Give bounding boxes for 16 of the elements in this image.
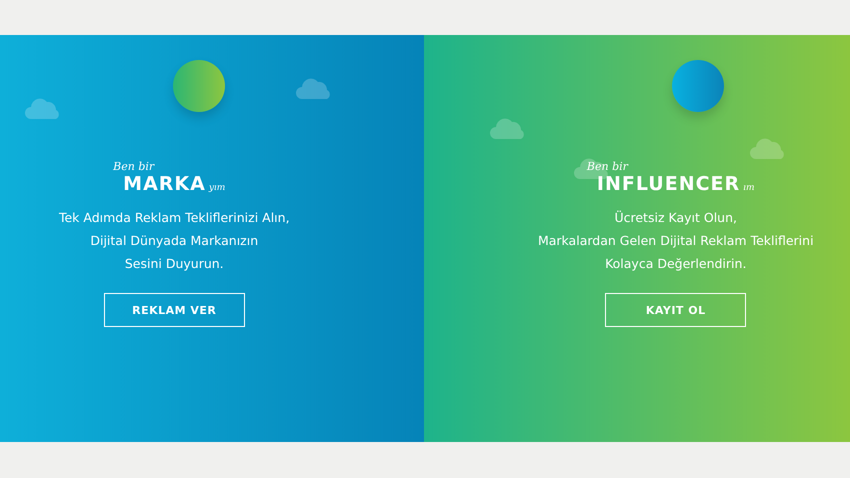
cta-button[interactable]: KAYIT OL: [605, 293, 746, 327]
description-line: Kolayca Değerlendirin.: [605, 255, 746, 273]
circle-icon: [173, 60, 225, 112]
description-line: Dijital Dünyada Markanızın: [90, 232, 258, 250]
script-suffix: yım: [208, 183, 226, 193]
panel-title: MARKA: [123, 173, 206, 195]
description-line: Ücretsiz Kayıt Olun,: [614, 209, 737, 227]
script-suffix: ım: [743, 183, 755, 193]
description-line: Tek Adımda Reklam Tekliflerinizi Alın,: [58, 209, 290, 227]
script-label: Ben bir: [113, 160, 154, 173]
description-line: Sesini Duyurun.: [124, 255, 224, 273]
circle-icon: [672, 60, 724, 112]
script-label: Ben bir: [586, 160, 628, 173]
cta-button[interactable]: REKLAM VER: [104, 293, 245, 327]
panel-title: INFLUENCER: [596, 173, 740, 195]
description-line: Markalardan Gelen Dijital Reklam Tekliflerini: [538, 232, 814, 250]
